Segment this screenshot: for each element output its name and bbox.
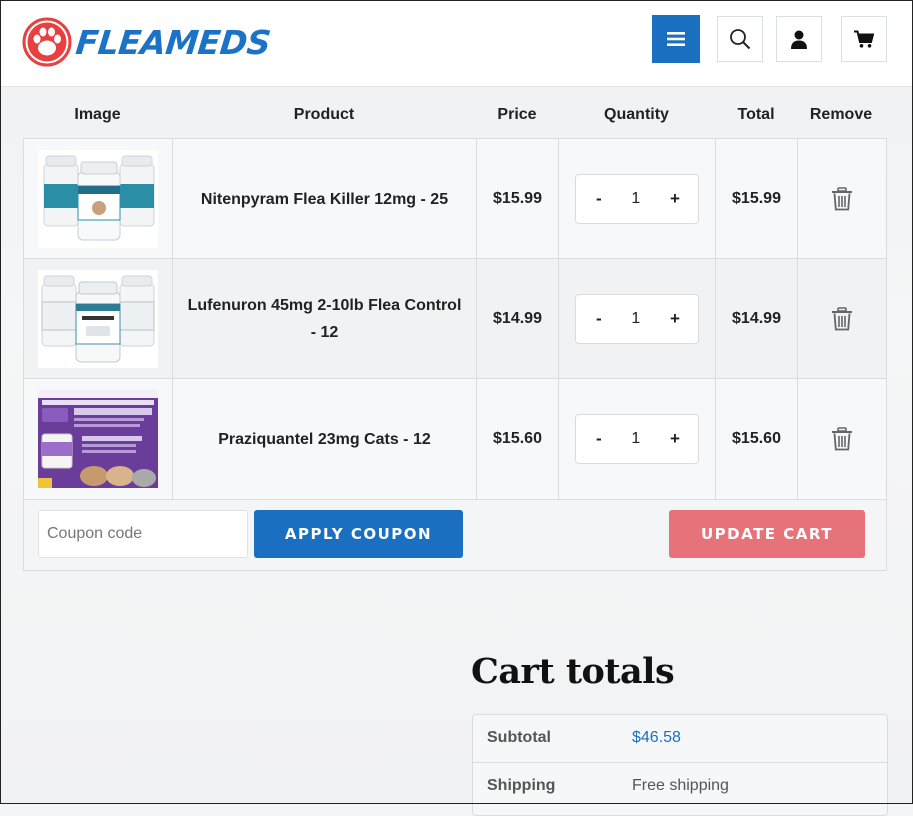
remove-cell xyxy=(798,259,886,379)
quantity-stepper[interactable]: - 1 + xyxy=(575,294,699,344)
cart-button[interactable] xyxy=(841,16,887,62)
header-quantity: Quantity xyxy=(604,106,669,123)
header-remove: Remove xyxy=(809,106,873,123)
quantity-cell: - 1 + xyxy=(559,259,716,379)
product-name[interactable]: Praziquantel 23mg Cats - 12 xyxy=(173,379,477,499)
trash-icon[interactable] xyxy=(831,427,853,451)
quantity-value[interactable]: 1 xyxy=(631,190,640,208)
remove-cell xyxy=(798,139,886,259)
image-cell xyxy=(24,379,173,499)
shipping-value: Free shipping xyxy=(632,777,729,794)
search-icon xyxy=(730,29,751,50)
header-image: Image xyxy=(74,106,121,123)
decrease-button[interactable]: - xyxy=(596,189,602,209)
hamburger-icon xyxy=(667,32,685,46)
subtotal-value: $46.58 xyxy=(632,729,681,746)
product-image[interactable] xyxy=(38,150,158,248)
cart-totals-title: Cart totals xyxy=(471,651,675,692)
search-button[interactable] xyxy=(717,16,763,62)
header-price: Price xyxy=(497,106,537,123)
increase-button[interactable]: + xyxy=(670,189,680,209)
table-header: Image Product Price Quantity Total Remov… xyxy=(23,96,887,138)
update-cart-button[interactable]: UPDATE CART xyxy=(669,510,865,558)
apply-coupon-button[interactable]: APPLY COUPON xyxy=(254,510,463,558)
table-row: Praziquantel 23mg Cats - 12 $15.60 - 1 +… xyxy=(23,378,887,499)
line-total: $14.99 xyxy=(716,259,798,379)
account-button[interactable] xyxy=(776,16,822,62)
user-icon xyxy=(791,30,807,49)
quantity-value[interactable]: 1 xyxy=(631,310,640,328)
quantity-value[interactable]: 1 xyxy=(631,430,640,448)
cart-actions: APPLY COUPON UPDATE CART xyxy=(23,499,887,571)
coupon-input[interactable] xyxy=(38,510,248,558)
logo[interactable]: FLEAMEDS xyxy=(22,17,273,67)
table-row: Lufenuron 45mg 2-10lb Flea Control - 12 … xyxy=(23,258,887,379)
product-price: $14.99 xyxy=(477,259,559,379)
subtotal-row: Subtotal $46.58 xyxy=(473,715,887,763)
product-price: $15.60 xyxy=(477,379,559,499)
product-price: $15.99 xyxy=(477,139,559,259)
increase-button[interactable]: + xyxy=(670,309,680,329)
subtotal-label: Subtotal xyxy=(487,729,551,746)
table-row: Nitenpyram Flea Killer 12mg - 25 $15.99 … xyxy=(23,138,887,259)
quantity-cell: - 1 + xyxy=(559,139,716,259)
line-total: $15.60 xyxy=(716,379,798,499)
image-cell xyxy=(24,259,173,379)
product-image[interactable] xyxy=(38,390,158,488)
product-image[interactable] xyxy=(38,270,158,368)
product-name[interactable]: Nitenpyram Flea Killer 12mg - 25 xyxy=(173,139,477,259)
shipping-label: Shipping xyxy=(487,777,556,794)
cart-icon xyxy=(854,30,874,48)
quantity-stepper[interactable]: - 1 + xyxy=(575,414,699,464)
site-header: FLEAMEDS xyxy=(1,1,912,87)
increase-button[interactable]: + xyxy=(670,429,680,449)
header-total: Total xyxy=(737,106,775,123)
paw-logo-icon xyxy=(22,17,72,67)
remove-cell xyxy=(798,379,886,499)
image-cell xyxy=(24,139,173,259)
decrease-button[interactable]: - xyxy=(596,309,602,329)
quantity-stepper[interactable]: - 1 + xyxy=(575,174,699,224)
header-product: Product xyxy=(293,106,355,123)
brand-name: FLEAMEDS xyxy=(73,22,273,62)
decrease-button[interactable]: - xyxy=(596,429,602,449)
trash-icon[interactable] xyxy=(831,187,853,211)
product-name[interactable]: Lufenuron 45mg 2-10lb Flea Control - 12 xyxy=(173,259,477,379)
menu-button[interactable] xyxy=(652,15,700,63)
trash-icon[interactable] xyxy=(831,307,853,331)
line-total: $15.99 xyxy=(716,139,798,259)
quantity-cell: - 1 + xyxy=(559,379,716,499)
cart-totals-table: Subtotal $46.58 Shipping Free shipping xyxy=(472,714,888,816)
